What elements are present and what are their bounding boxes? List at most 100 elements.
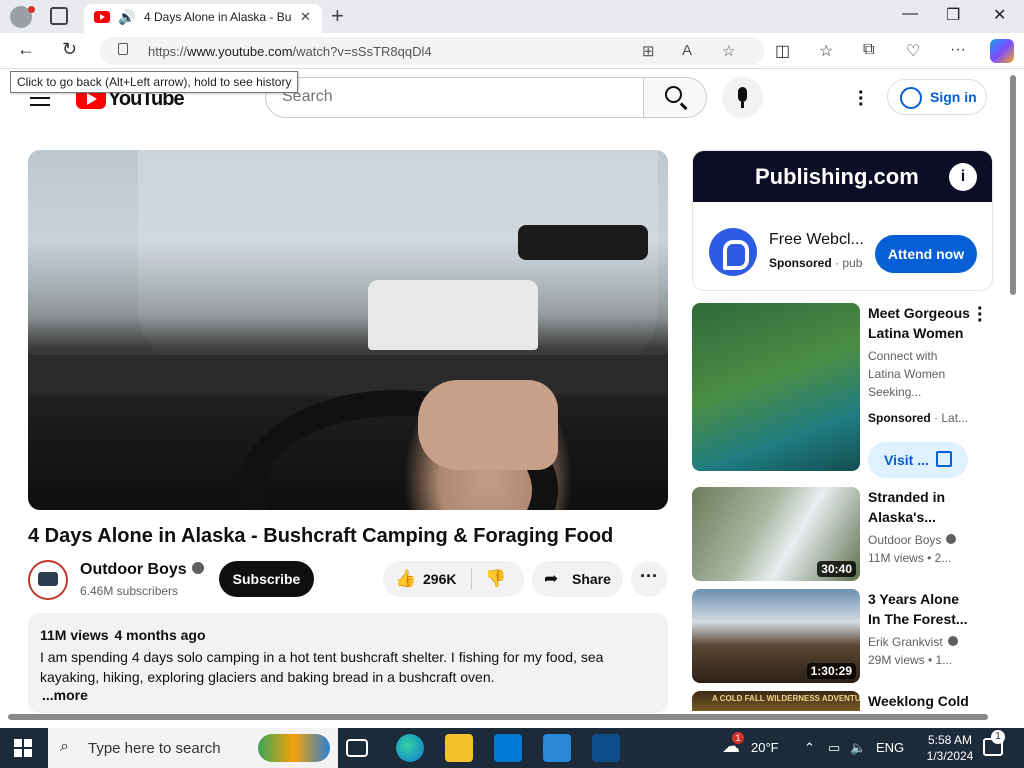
search-input[interactable]: [282, 88, 622, 106]
ad-logo-icon: [709, 228, 757, 276]
favorite-star-icon[interactable]: ☆: [722, 42, 735, 60]
attend-now-button[interactable]: Attend now: [875, 235, 977, 273]
close-window-button[interactable]: ✕: [993, 5, 1006, 25]
split-screen-icon[interactable]: ◫: [775, 41, 790, 61]
copilot-icon[interactable]: [990, 39, 1014, 63]
sign-in-button[interactable]: Sign in: [887, 79, 987, 115]
volume-icon[interactable]: 🔈: [850, 740, 866, 756]
search-highlight-icon[interactable]: [258, 734, 330, 762]
browser-tab-strip: 🔊 4 Days Alone in Alaska - Bushcraft ✕ +…: [0, 0, 1024, 33]
voice-search-button[interactable]: [722, 77, 763, 118]
sponsored-ad-card[interactable]: Publishing.com i Free Webcl... Sponsored…: [692, 150, 993, 291]
like-icon[interactable]: 👍: [395, 569, 416, 589]
microsoft-store-icon[interactable]: [494, 734, 522, 762]
channel-avatar[interactable]: [28, 560, 68, 600]
video-player[interactable]: [28, 150, 668, 510]
channel-name[interactable]: Outdoor Boys: [80, 561, 204, 579]
address-bar[interactable]: https://www.youtube.com/watch?v=sSsTR8qq…: [100, 37, 764, 65]
rec-channel-3[interactable]: Erik Grankvist: [868, 633, 958, 651]
rec-channel-2[interactable]: Outdoor Boys: [868, 531, 957, 549]
mail-icon[interactable]: [543, 734, 571, 762]
video-meta: 11M views 4 months ago: [40, 627, 206, 643]
restore-button[interactable]: ❐: [946, 5, 960, 25]
rec-menu-icon-1[interactable]: · · ·: [977, 299, 984, 331]
like-count[interactable]: 296K: [423, 571, 456, 587]
show-more-link[interactable]: ...more: [42, 687, 88, 703]
verified-icon: [946, 534, 957, 544]
show-hidden-icons-icon[interactable]: ⌃: [804, 740, 815, 756]
subscribe-button[interactable]: Subscribe: [219, 561, 314, 597]
notification-count: 1: [991, 730, 1005, 744]
language-indicator[interactable]: ENG: [876, 740, 904, 755]
microphone-icon: [738, 87, 747, 108]
app-available-icon[interactable]: ⊞: [642, 42, 655, 60]
start-button-windows-icon[interactable]: [14, 739, 32, 757]
ad-sponsored-line: Sponsored · pub: [769, 256, 863, 270]
network-icon[interactable]: ▭: [828, 740, 840, 756]
tab-actions-icon[interactable]: [50, 7, 68, 25]
description-text: I am spending 4 days solo camping in a h…: [40, 649, 604, 685]
new-tab-button[interactable]: +: [331, 3, 344, 29]
powershell-icon[interactable]: [592, 734, 620, 762]
like-divider: [471, 568, 472, 590]
audio-playing-icon[interactable]: 🔊: [118, 9, 135, 26]
rec-thumbnail-4-text: A COLD FALL WILDERNESS ADVENTURE: [712, 694, 860, 703]
ad-info-icon[interactable]: i: [949, 163, 977, 191]
rec-sponsored-1: Sponsored · Lat...: [868, 411, 969, 425]
menu-icon[interactable]: [30, 90, 50, 111]
browser-essentials-icon[interactable]: ♡: [906, 41, 920, 61]
clock-time: 5:58 AM: [927, 733, 973, 747]
vertical-scrollbar-thumb[interactable]: [1010, 75, 1016, 295]
rec-meta-3: 29M views • 1...: [868, 653, 953, 667]
horizontal-scrollbar[interactable]: [8, 714, 988, 720]
back-button[interactable]: ←: [17, 39, 35, 60]
read-aloud-icon[interactable]: A: [682, 42, 692, 59]
rec-desc-1: Connect with Latina Women Seeking...: [868, 349, 946, 399]
rec-title-1[interactable]: Meet Gorgeous Latina Women: [868, 303, 973, 343]
rec-title-3[interactable]: 3 Years Alone In The Forest...: [868, 589, 973, 629]
browser-toolbar: ← ↻ https://www.youtube.com/watch?v=sSsT…: [0, 33, 1024, 69]
rec-thumbnail-2[interactable]: 30:40: [692, 487, 860, 581]
browser-tab-active[interactable]: 🔊 4 Days Alone in Alaska - Bushcraft ✕: [84, 4, 322, 33]
like-dislike-group: 👍 296K 👎: [383, 561, 524, 597]
settings-more-icon[interactable]: ···: [950, 41, 966, 59]
rec-title-4[interactable]: Weeklong Cold: [868, 691, 978, 711]
rec-title-2[interactable]: Stranded in Alaska's...: [868, 487, 973, 527]
rec-meta-2: 11M views • 2...: [868, 551, 952, 565]
sign-in-label: Sign in: [930, 89, 977, 105]
rec-thumbnail-3[interactable]: 1:30:29: [692, 589, 860, 683]
task-view-icon[interactable]: [346, 739, 368, 757]
visit-button[interactable]: Visit ...: [868, 442, 968, 478]
temperature[interactable]: 20°F: [751, 740, 779, 755]
rec-thumbnail-4[interactable]: A COLD FALL WILDERNESS ADVENTURE: [692, 691, 860, 711]
ad-title[interactable]: Free Webcl...: [769, 231, 864, 249]
lock-icon[interactable]: [118, 43, 128, 55]
profile-alert-dot: [28, 6, 35, 13]
settings-menu-icon[interactable]: · · ·: [858, 83, 865, 115]
taskbar-search-placeholder: Type here to search: [88, 740, 221, 757]
refresh-button[interactable]: ↻: [62, 39, 77, 60]
taskbar-search-box[interactable]: ⌕ Type here to search: [48, 728, 338, 768]
notification-center-icon[interactable]: 1: [983, 730, 1005, 756]
video-frame-truck: [368, 280, 538, 350]
clock-date: 1/3/2024: [926, 749, 974, 763]
dislike-icon[interactable]: 👎: [485, 569, 506, 589]
share-button[interactable]: ➦ Share: [532, 561, 623, 597]
ad-banner[interactable]: Publishing.com i: [693, 151, 992, 202]
description-box[interactable]: 11M views 4 months ago I am spending 4 da…: [28, 613, 668, 713]
search-box[interactable]: [265, 77, 643, 118]
collections-icon[interactable]: ⧉: [863, 41, 874, 59]
edge-browser-icon[interactable]: [396, 734, 424, 762]
rec-thumbnail-1[interactable]: [692, 303, 860, 471]
favorites-icon[interactable]: ☆: [819, 41, 833, 61]
minimize-button[interactable]: —: [902, 5, 918, 23]
vertical-scrollbar[interactable]: [1010, 70, 1018, 710]
subscriber-count: 6.46M subscribers: [80, 584, 179, 598]
weather-badge: 1: [732, 732, 744, 744]
tab-close-icon[interactable]: ✕: [300, 9, 311, 25]
file-explorer-icon[interactable]: [445, 734, 473, 762]
taskbar-clock[interactable]: 5:58 AM 1/3/2024: [916, 732, 984, 764]
video-frame-mirror: [518, 225, 648, 260]
search-button[interactable]: [643, 77, 707, 118]
more-actions-button[interactable]: ···: [631, 561, 667, 597]
